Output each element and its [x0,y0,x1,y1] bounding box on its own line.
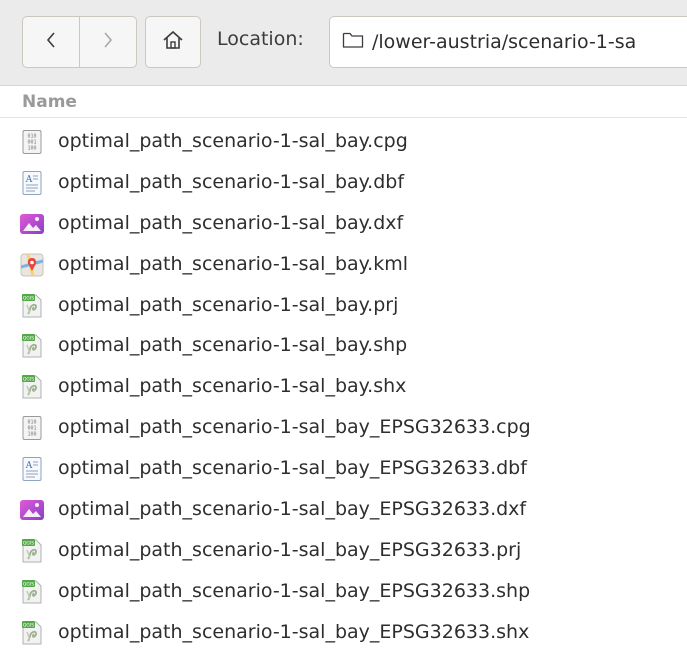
file-row[interactable]: QGIS optimal_path_scenario-1-sal_bay_EPSG… [0,612,687,653]
image-file-icon [19,497,45,523]
svg-text:QGIS: QGIS [23,295,34,301]
svg-text:QGIS: QGIS [23,377,34,383]
location-input[interactable]: /lower-austria/scenario-1-sa [329,16,687,68]
file-row[interactable]: optimal_path_scenario-1-sal_bay_EPSG3263… [0,489,687,530]
toolbar: Location: /lower-austria/scenario-1-sa [0,0,687,86]
svg-text:100: 100 [27,146,36,152]
folder-icon [342,31,364,53]
svg-text:QGIS: QGIS [23,540,34,546]
file-row[interactable]: QGIS optimal_path_scenario-1-sal_bay_EPSG… [0,571,687,612]
file-name: optimal_path_scenario-1-sal_bay.dbf [58,170,405,193]
column-header[interactable]: Name [0,86,687,118]
svg-text:QGIS: QGIS [23,622,34,628]
binary-file-icon: 010 001 100 [19,415,45,441]
file-name: optimal_path_scenario-1-sal_bay.shx [58,375,407,398]
svg-text:100: 100 [27,432,36,438]
name-column-label: Name [22,92,77,112]
svg-text:A: A [25,461,33,471]
file-list: 010 001 100 optimal_path_scenario-1-sal_bay… [0,121,687,653]
file-name: optimal_path_scenario-1-sal_bay_EPSG3263… [58,457,527,480]
file-row[interactable]: 010 001 100 optimal_path_scenario-1-sal_bay… [0,121,687,162]
file-row[interactable]: QGIS optimal_path_scenario-1-sal_bay.prj [0,285,687,326]
file-name: optimal_path_scenario-1-sal_bay_EPSG3263… [58,620,530,643]
svg-text:QGIS: QGIS [23,336,34,342]
file-row[interactable]: QGIS optimal_path_scenario-1-sal_bay.shx [0,366,687,407]
chevron-right-icon [102,30,114,54]
file-row[interactable]: Aoptimal_path_scenario-1-sal_bay_EPSG326… [0,448,687,489]
file-row[interactable]: optimal_path_scenario-1-sal_bay.dxf [0,203,687,244]
text-document-icon: A [19,456,45,482]
file-name: optimal_path_scenario-1-sal_bay.kml [58,252,409,275]
image-file-icon [19,211,45,237]
qgis-file-icon: QGIS [19,293,45,319]
file-name: optimal_path_scenario-1-sal_bay.shp [58,334,408,357]
qgis-file-icon: QGIS [19,333,45,359]
map-file-icon [19,252,45,278]
back-button[interactable] [22,16,80,68]
file-name: optimal_path_scenario-1-sal_bay.prj [58,293,399,316]
qgis-file-icon: QGIS [19,620,45,646]
location-path: /lower-austria/scenario-1-sa [372,31,637,53]
binary-file-icon: 010 001 100 [19,129,45,155]
location-label: Location: [217,28,304,50]
file-name: optimal_path_scenario-1-sal_bay.dxf [58,211,404,234]
file-name: optimal_path_scenario-1-sal_bay_EPSG3263… [58,579,531,602]
svg-text:QGIS: QGIS [23,581,34,587]
qgis-file-icon: QGIS [19,538,45,564]
file-row[interactable]: Aoptimal_path_scenario-1-sal_bay.dbf [0,162,687,203]
file-row[interactable]: QGIS optimal_path_scenario-1-sal_bay.shp [0,325,687,366]
file-name: optimal_path_scenario-1-sal_bay_EPSG3263… [58,416,531,439]
forward-button[interactable] [79,16,137,68]
file-row[interactable]: 010 001 100 optimal_path_scenario-1-sal_bay… [0,407,687,448]
file-name: optimal_path_scenario-1-sal_bay_EPSG3263… [58,538,522,561]
file-row[interactable]: QGIS optimal_path_scenario-1-sal_bay_EPSG… [0,530,687,571]
home-icon [162,30,184,54]
chevron-left-icon [45,30,57,54]
file-name: optimal_path_scenario-1-sal_bay.cpg [58,130,408,152]
qgis-file-icon: QGIS [19,579,45,605]
file-row[interactable]: optimal_path_scenario-1-sal_bay.kml [0,244,687,285]
file-name: optimal_path_scenario-1-sal_bay_EPSG3263… [58,498,527,521]
home-button[interactable] [145,16,201,68]
text-document-icon: A [19,170,45,196]
qgis-file-icon: QGIS [19,374,45,400]
svg-text:A: A [25,175,33,185]
